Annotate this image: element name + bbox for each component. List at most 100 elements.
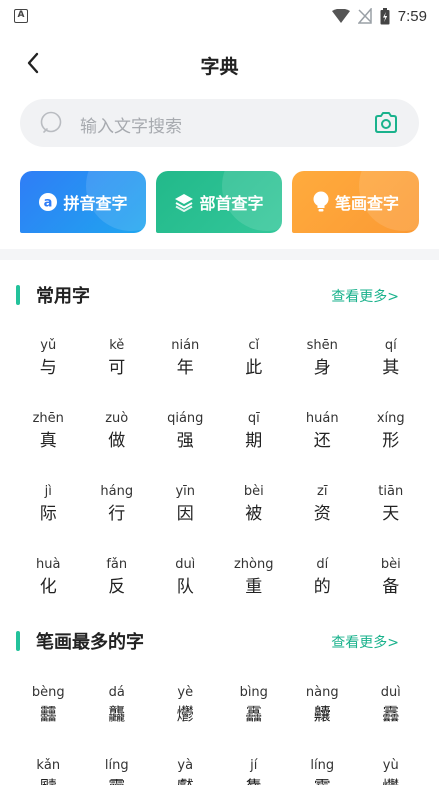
char-hanzi: 际 [39,504,57,524]
radical-lookup-button[interactable]: 部首查字 [156,171,282,233]
char-hanzi: 雧 [220,776,289,785]
char-hanzi: 齉 [313,705,331,725]
char-cell[interactable]: kě 可 [83,338,152,384]
char-cell[interactable]: huà 化 [14,557,83,603]
char-hanzi: 䨻 [39,705,57,725]
char-cell[interactable]: qí 其 [357,338,426,384]
char-cell[interactable]: xíng 形 [357,411,426,457]
char-cell[interactable]: yà 齾 [151,758,220,785]
char-pinyin: nián [171,338,200,353]
char-pinyin: dí [316,557,329,572]
camera-icon [375,112,397,133]
char-cell[interactable]: jí 雧 [220,758,289,785]
char-pinyin: zī [317,484,328,499]
char-cell[interactable]: zhēn 真 [14,411,83,457]
char-cell[interactable]: duì 队 [151,557,220,603]
battery-icon [380,7,390,24]
char-pinyin: duì [175,557,196,572]
pinyin-a-icon: a [38,192,58,212]
char-hanzi: 可 [108,358,126,378]
stroke-lookup-button[interactable]: 笔画查字 [292,171,419,233]
char-cell[interactable]: bèi 被 [220,484,289,530]
char-cell[interactable]: huán 还 [288,411,357,457]
char-cell[interactable]: fǎn 反 [83,557,152,603]
most-strokes-title: 笔画最多的字 [36,632,144,653]
char-cell[interactable]: yǔ 与 [14,338,83,384]
char-hanzi: 因 [176,504,194,524]
char-hanzi: 年 [176,358,194,378]
page-title: 字典 [200,56,239,78]
char-cell[interactable]: dá 龘 [83,685,152,731]
char-cell[interactable]: háng 行 [83,484,152,530]
notification-badge-text: A [17,10,25,20]
most-strokes-grid: bèng 䨻 dá 龘 yè 爩 bìng 靐 nàng 齉 duì 䨺 kǎn 䬞 líng 龗 yà 齾 jí 雧… [14,685,425,785]
char-cell[interactable]: yè 爩 [151,685,220,731]
char-hanzi: 资 [313,504,331,524]
char-hanzi: 天 [382,504,400,524]
status-bar: A 7:59 [0,0,439,34]
char-cell[interactable]: qiáng 强 [151,411,220,457]
char-hanzi: 强 [176,431,194,451]
search-input[interactable]: 输入文字搜索 [20,99,419,147]
char-pinyin: bèi [243,484,264,499]
common-chars-more-link[interactable]: 查看更多> [331,286,399,306]
most-strokes-more-link[interactable]: 查看更多> [331,632,399,652]
char-pinyin: huán [305,411,339,426]
char-cell[interactable]: nián 年 [151,338,220,384]
char-cell[interactable]: yīn 因 [151,484,220,530]
char-cell[interactable]: duì 䨺 [357,685,426,731]
char-hanzi: 真 [39,431,57,451]
char-pinyin: zhòng [233,557,274,572]
char-pinyin: fǎn [106,557,128,572]
char-hanzi: 䨺 [382,705,400,725]
char-pinyin: jí [250,758,258,773]
char-hanzi: 其 [382,358,400,378]
char-pinyin: líng [310,758,335,773]
char-pinyin: shēn [306,338,338,353]
char-hanzi: 龘 [108,705,126,725]
char-pinyin: yà [177,758,194,773]
char-cell[interactable]: bèi 备 [357,557,426,603]
common-chars-grid: yǔ 与 kě 可 nián 年 cǐ 此 shēn 身 qí 其 zhēn 真 zuò 做 qiáng 强 qī 期… [14,338,425,608]
char-pinyin: jì [44,484,52,499]
char-cell[interactable]: líng 龗 [83,758,152,785]
char-cell[interactable]: shēn 身 [288,338,357,384]
status-icons: 7:59 [331,5,427,27]
char-hanzi: 做 [108,431,126,451]
char-pinyin: kǎn [36,758,61,773]
stroke-lookup-label: 笔画查字 [334,194,399,213]
search-icon [40,111,62,133]
char-hanzi: 齾 [151,776,220,785]
char-cell[interactable]: bèng 䨻 [14,685,83,731]
char-cell[interactable]: nàng 齉 [288,685,357,731]
char-pinyin: xíng [376,411,405,426]
char-cell[interactable]: bìng 靐 [220,685,289,731]
pinyin-lookup-button[interactable]: a 拼音查字 [20,171,146,233]
most-strokes-header: 笔画最多的字 查看更多> [0,625,439,655]
char-cell[interactable]: tiān 天 [357,484,426,530]
clock: 7:59 [397,7,427,25]
char-cell[interactable]: dí 的 [288,557,357,603]
char-hanzi: 重 [245,577,263,597]
char-pinyin: nàng [305,685,339,700]
char-cell[interactable]: líng 靇 [288,758,357,785]
char-pinyin: yǔ [40,338,57,353]
char-cell[interactable]: kǎn 䬞 [14,758,83,785]
char-hanzi: 还 [313,431,331,451]
radical-lookup-label: 部首查字 [199,194,264,213]
char-cell[interactable]: yù 爩 [357,758,426,785]
char-hanzi: 龗 [83,776,152,785]
camera-button[interactable] [373,110,399,136]
char-hanzi: 备 [382,577,400,597]
char-hanzi: 的 [313,577,331,597]
char-pinyin: zhēn [32,411,64,426]
char-pinyin: dá [108,685,125,700]
char-pinyin: yīn [175,484,196,499]
char-cell[interactable]: zhòng 重 [220,557,289,603]
char-pinyin: háng [100,484,134,499]
char-cell[interactable]: jì 际 [14,484,83,530]
char-cell[interactable]: zuò 做 [83,411,152,457]
char-cell[interactable]: qī 期 [220,411,289,457]
char-cell[interactable]: cǐ 此 [220,338,289,384]
char-cell[interactable]: zī 资 [288,484,357,530]
